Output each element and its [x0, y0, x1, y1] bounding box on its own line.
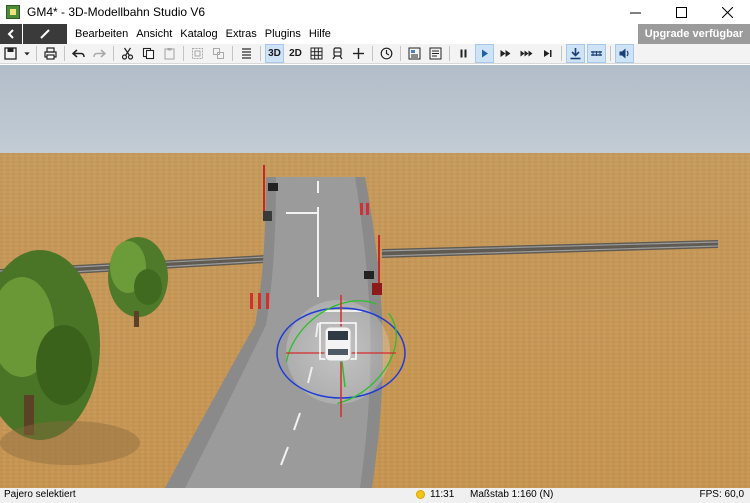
menu-plugins[interactable]: Plugins — [261, 24, 305, 44]
track-snap-button[interactable] — [587, 44, 606, 63]
toolbar-separator — [64, 46, 65, 61]
save-button[interactable] — [1, 44, 20, 63]
scissors-icon — [121, 47, 134, 60]
menu-hilfe[interactable]: Hilfe — [305, 24, 335, 44]
train-view-button[interactable] — [328, 44, 347, 63]
window-controls — [612, 0, 750, 24]
view-3d-label: 3D — [268, 48, 281, 59]
pause-icon — [460, 49, 467, 58]
ungroup-icon — [213, 48, 224, 59]
ungroup-button[interactable] — [209, 44, 228, 63]
caret-down-icon — [24, 52, 30, 56]
track-rails-icon — [591, 51, 602, 56]
paste-icon — [164, 48, 175, 60]
maximize-icon — [675, 6, 687, 18]
toolbar-separator — [372, 46, 373, 61]
menu-bar: Bearbeiten Ansicht Katalog Extras Plugin… — [0, 24, 750, 44]
paste-button[interactable] — [160, 44, 179, 63]
clock-button[interactable] — [377, 44, 396, 63]
properties-button[interactable] — [405, 44, 424, 63]
toolbar-separator — [113, 46, 114, 61]
sky — [0, 65, 750, 155]
snap-to-ground-button[interactable] — [566, 44, 585, 63]
tree-shadow — [0, 421, 140, 465]
clock-display[interactable]: 11:31 — [416, 489, 454, 500]
cut-button[interactable] — [118, 44, 137, 63]
minimize-icon — [629, 12, 641, 13]
copy-button[interactable] — [139, 44, 158, 63]
triple-forward-icon — [520, 50, 533, 57]
clock-icon — [380, 47, 393, 60]
properties-panel-icon — [408, 47, 421, 60]
status-bar: Pajero selektiert 11:31 Maßstab 1:160 (N… — [0, 488, 750, 503]
toolbar-separator — [449, 46, 450, 61]
toolbar-separator — [400, 46, 401, 61]
sun-icon — [416, 490, 425, 499]
floppy-disk-icon — [4, 47, 17, 60]
list-lines-icon — [242, 48, 251, 59]
fps-display: FPS: 60,0 — [699, 489, 744, 500]
undo-icon — [72, 49, 85, 58]
close-button[interactable] — [704, 0, 750, 24]
edit-mode-button[interactable] — [23, 24, 67, 44]
move-tool-button[interactable] — [349, 44, 368, 63]
fast-forward-icon — [500, 50, 511, 57]
menu-bearbeiten[interactable]: Bearbeiten — [71, 24, 132, 44]
back-button[interactable] — [0, 24, 22, 44]
group-icon — [192, 48, 203, 59]
toolbar-separator — [260, 46, 261, 61]
upgrade-button[interactable]: Upgrade verfügbar — [638, 24, 750, 44]
crosshair-plus-icon — [353, 48, 364, 59]
minimize-button[interactable] — [612, 0, 658, 24]
print-button[interactable] — [41, 44, 60, 63]
toolbar-separator — [561, 46, 562, 61]
undo-button[interactable] — [69, 44, 88, 63]
selection-status: Pajero selektiert — [4, 489, 76, 500]
faster-forward-button[interactable] — [517, 44, 536, 63]
close-icon — [721, 6, 733, 18]
fast-forward-button[interactable] — [496, 44, 515, 63]
chevron-left-icon — [7, 29, 14, 39]
play-button[interactable] — [475, 44, 494, 63]
menu-extras[interactable]: Extras — [222, 24, 261, 44]
event-editor-button[interactable] — [426, 44, 445, 63]
toolbar-separator — [36, 46, 37, 61]
view-3d-button[interactable]: 3D — [265, 44, 284, 63]
pencil-icon — [40, 29, 50, 39]
scale-display: Maßstab 1:160 (N) — [470, 489, 554, 500]
clock-time: 11:31 — [430, 489, 455, 500]
title-bar: GM4* - 3D-Modellbahn Studio V6 — [0, 0, 750, 24]
menu-katalog[interactable]: Katalog — [176, 24, 221, 44]
text-panel-icon — [429, 47, 442, 60]
group-button[interactable] — [188, 44, 207, 63]
window-title: GM4* - 3D-Modellbahn Studio V6 — [27, 5, 206, 19]
toolbar-separator — [183, 46, 184, 61]
3d-viewport[interactable] — [0, 65, 750, 488]
toolbar-separator — [610, 46, 611, 61]
play-icon — [482, 49, 488, 58]
redo-button[interactable] — [90, 44, 109, 63]
scene-render — [0, 65, 750, 488]
step-forward-button[interactable] — [538, 44, 557, 63]
grid-button[interactable] — [307, 44, 326, 63]
maximize-button[interactable] — [658, 0, 704, 24]
app-icon — [6, 5, 20, 19]
speaker-icon — [619, 48, 629, 59]
grid-icon — [310, 47, 323, 60]
view-2d-label: 2D — [289, 48, 302, 59]
toolbar-separator — [232, 46, 233, 61]
step-forward-icon — [544, 50, 552, 57]
sound-button[interactable] — [615, 44, 634, 63]
view-2d-button[interactable]: 2D — [286, 44, 305, 63]
layers-button[interactable] — [237, 44, 256, 63]
pause-button[interactable] — [454, 44, 473, 63]
menu-ansicht[interactable]: Ansicht — [132, 24, 176, 44]
toolbar: 3D 2D — [0, 44, 750, 64]
redo-icon — [93, 49, 106, 58]
train-icon — [332, 47, 343, 60]
save-dropdown-button[interactable] — [22, 44, 32, 63]
copy-icon — [142, 47, 155, 60]
printer-icon — [44, 47, 57, 60]
download-arrow-icon — [570, 48, 581, 60]
